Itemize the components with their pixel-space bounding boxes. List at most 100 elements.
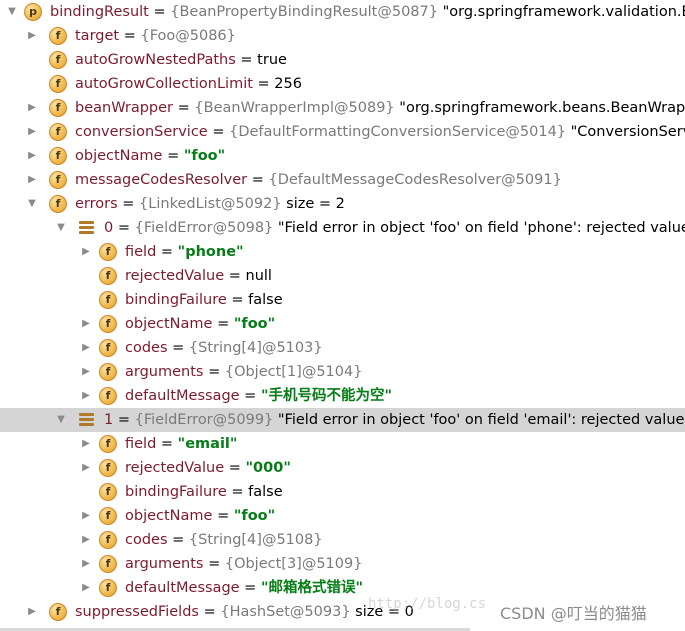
collapsed-arrow-icon[interactable]: ▶ <box>80 528 92 552</box>
object-reference: {Object[3]@5109} <box>224 556 363 572</box>
variable-value: "foo" <box>183 148 226 164</box>
variable-name: autoGrowCollectionLimit <box>75 76 253 92</box>
variables-tree: ▼ p bindingResult = {BeanPropertyBindingRe… <box>0 0 685 624</box>
tree-row[interactable]: f autoGrowCollectionLimit = 256 <box>0 72 685 96</box>
variable-name: bindingFailure <box>125 484 227 500</box>
field-icon: f <box>99 267 117 285</box>
variable-name: defaultMessage <box>125 580 240 596</box>
variable-name: codes <box>125 340 168 356</box>
object-reference: {Foo@5086} <box>140 28 236 44</box>
field-icon: f <box>99 483 117 501</box>
tree-row[interactable]: ▶ f defaultMessage = "邮箱格式错误" <box>0 576 685 600</box>
field-icon: f <box>49 51 67 69</box>
tree-row[interactable]: ▼ 0 = {FieldError@5098} "Field error in o… <box>0 216 685 240</box>
variable-name: suppressedFields <box>75 604 199 620</box>
tree-row[interactable]: ▼ 1 = {FieldError@5099} "Field error in o… <box>0 408 685 432</box>
tree-row[interactable]: ▼ p bindingResult = {BeanPropertyBindingRe… <box>0 0 685 24</box>
collapsed-arrow-icon[interactable]: ▶ <box>80 552 92 576</box>
variable-name: bindingResult <box>50 4 149 20</box>
variable-value: size = 2 <box>286 196 345 212</box>
collapsed-arrow-icon[interactable]: ▶ <box>26 168 38 192</box>
variable-name: messageCodesResolver <box>75 172 248 188</box>
variable-name: field <box>125 436 157 452</box>
variable-value: "邮箱格式错误" <box>260 580 364 596</box>
collapsed-arrow-icon[interactable]: ▶ <box>80 240 92 264</box>
collapsed-arrow-icon[interactable]: ▶ <box>26 24 38 48</box>
collapsed-arrow-icon[interactable]: ▶ <box>80 336 92 360</box>
collapsed-arrow-icon[interactable]: ▶ <box>80 384 92 408</box>
variable-value: false <box>248 292 283 308</box>
object-reference: {String[4]@5103} <box>188 340 323 356</box>
variable-value: "org.springframework.beans.BeanWrapp <box>399 100 685 116</box>
tree-row[interactable]: f bindingFailure = false <box>0 288 685 312</box>
expanded-arrow-icon[interactable]: ▼ <box>26 192 38 216</box>
field-icon: f <box>99 555 117 573</box>
tree-row[interactable]: ▶ f arguments = {Object[3]@5109} <box>0 552 685 576</box>
variable-value: "email" <box>177 436 238 452</box>
field-icon: f <box>99 579 117 597</box>
tree-row[interactable]: ▶ f target = {Foo@5086} <box>0 24 685 48</box>
tree-row[interactable]: ▶ f codes = {String[4]@5108} <box>0 528 685 552</box>
variable-name: field <box>125 244 157 260</box>
tree-row[interactable]: ▶ f objectName = "foo" <box>0 144 685 168</box>
collapsed-arrow-icon[interactable]: ▶ <box>80 360 92 384</box>
field-icon: f <box>49 171 67 189</box>
variable-value: "org.springframework.validation.Be <box>442 4 685 20</box>
field-icon: f <box>49 195 67 213</box>
tree-row[interactable]: ▶ f field = "phone" <box>0 240 685 264</box>
tree-row[interactable]: ▶ f field = "email" <box>0 432 685 456</box>
field-icon: f <box>49 99 67 117</box>
object-reference: {LinkedList@5092} <box>139 196 282 212</box>
variable-name: objectName <box>75 148 163 164</box>
collapsed-arrow-icon[interactable]: ▶ <box>80 456 92 480</box>
collapsed-arrow-icon[interactable]: ▶ <box>26 120 38 144</box>
tree-row[interactable]: ▶ f messageCodesResolver = {DefaultMessage… <box>0 168 685 192</box>
field-icon: f <box>99 315 117 333</box>
tree-row[interactable]: ▶ f arguments = {Object[1]@5104} <box>0 360 685 384</box>
variable-name: defaultMessage <box>125 388 240 404</box>
tree-row[interactable]: ▼ f errors = {LinkedList@5092} size = 2 <box>0 192 685 216</box>
expanded-arrow-icon[interactable]: ▼ <box>6 0 18 24</box>
collapsed-arrow-icon[interactable]: ▶ <box>80 576 92 600</box>
expanded-arrow-icon[interactable]: ▼ <box>55 408 67 432</box>
collapsed-arrow-icon[interactable]: ▶ <box>80 504 92 528</box>
tree-row[interactable]: ▶ f objectName = "foo" <box>0 312 685 336</box>
tree-row[interactable]: f autoGrowNestedPaths = true <box>0 48 685 72</box>
field-icon: f <box>49 603 67 621</box>
field-icon: f <box>99 387 117 405</box>
variable-value: false <box>248 484 283 500</box>
tree-row[interactable]: ▶ f codes = {String[4]@5103} <box>0 336 685 360</box>
collapsed-arrow-icon[interactable]: ▶ <box>26 96 38 120</box>
collapsed-arrow-icon[interactable]: ▶ <box>80 432 92 456</box>
variable-value: "phone" <box>177 244 244 260</box>
variable-name: conversionService <box>75 124 208 140</box>
list-element-icon <box>79 413 94 427</box>
field-icon: f <box>99 339 117 357</box>
variable-value: "Field error in object 'foo' on field 'p… <box>277 220 685 236</box>
object-reference: {Object[1]@5104} <box>224 364 363 380</box>
collapsed-arrow-icon[interactable]: ▶ <box>26 144 38 168</box>
expanded-arrow-icon[interactable]: ▼ <box>55 216 67 240</box>
variable-name: 1 <box>104 412 114 428</box>
variable-value: "foo" <box>233 508 276 524</box>
tree-row[interactable]: f bindingFailure = false <box>0 480 685 504</box>
object-reference: {String[4]@5108} <box>188 532 323 548</box>
tree-row[interactable]: ▶ f objectName = "foo" <box>0 504 685 528</box>
tree-row[interactable]: f rejectedValue = null <box>0 264 685 288</box>
watermark-credit: CSDN @叮当的猫猫 <box>500 604 647 623</box>
collapsed-arrow-icon[interactable]: ▶ <box>80 312 92 336</box>
variable-value: null <box>245 268 272 284</box>
tree-row[interactable]: ▶ f defaultMessage = "手机号码不能为空" <box>0 384 685 408</box>
object-reference: {FieldError@5099} <box>134 412 274 428</box>
tree-row[interactable]: ▶ f beanWrapper = {BeanWrapperImpl@5089} "… <box>0 96 685 120</box>
variable-value: "Field error in object 'foo' on field 'e… <box>277 412 685 428</box>
collapsed-arrow-icon[interactable]: ▶ <box>26 600 38 624</box>
tree-row[interactable]: ▶ f rejectedValue = "000" <box>0 456 685 480</box>
variable-value: "手机号码不能为空" <box>260 388 393 404</box>
field-icon: f <box>49 123 67 141</box>
variable-value: "000" <box>245 460 291 476</box>
variable-name: rejectedValue <box>125 460 225 476</box>
tree-row[interactable]: ▶ f conversionService = {DefaultFormatting… <box>0 120 685 144</box>
watermark-url: http://blog.cs <box>368 596 487 612</box>
variable-name: objectName <box>125 508 213 524</box>
